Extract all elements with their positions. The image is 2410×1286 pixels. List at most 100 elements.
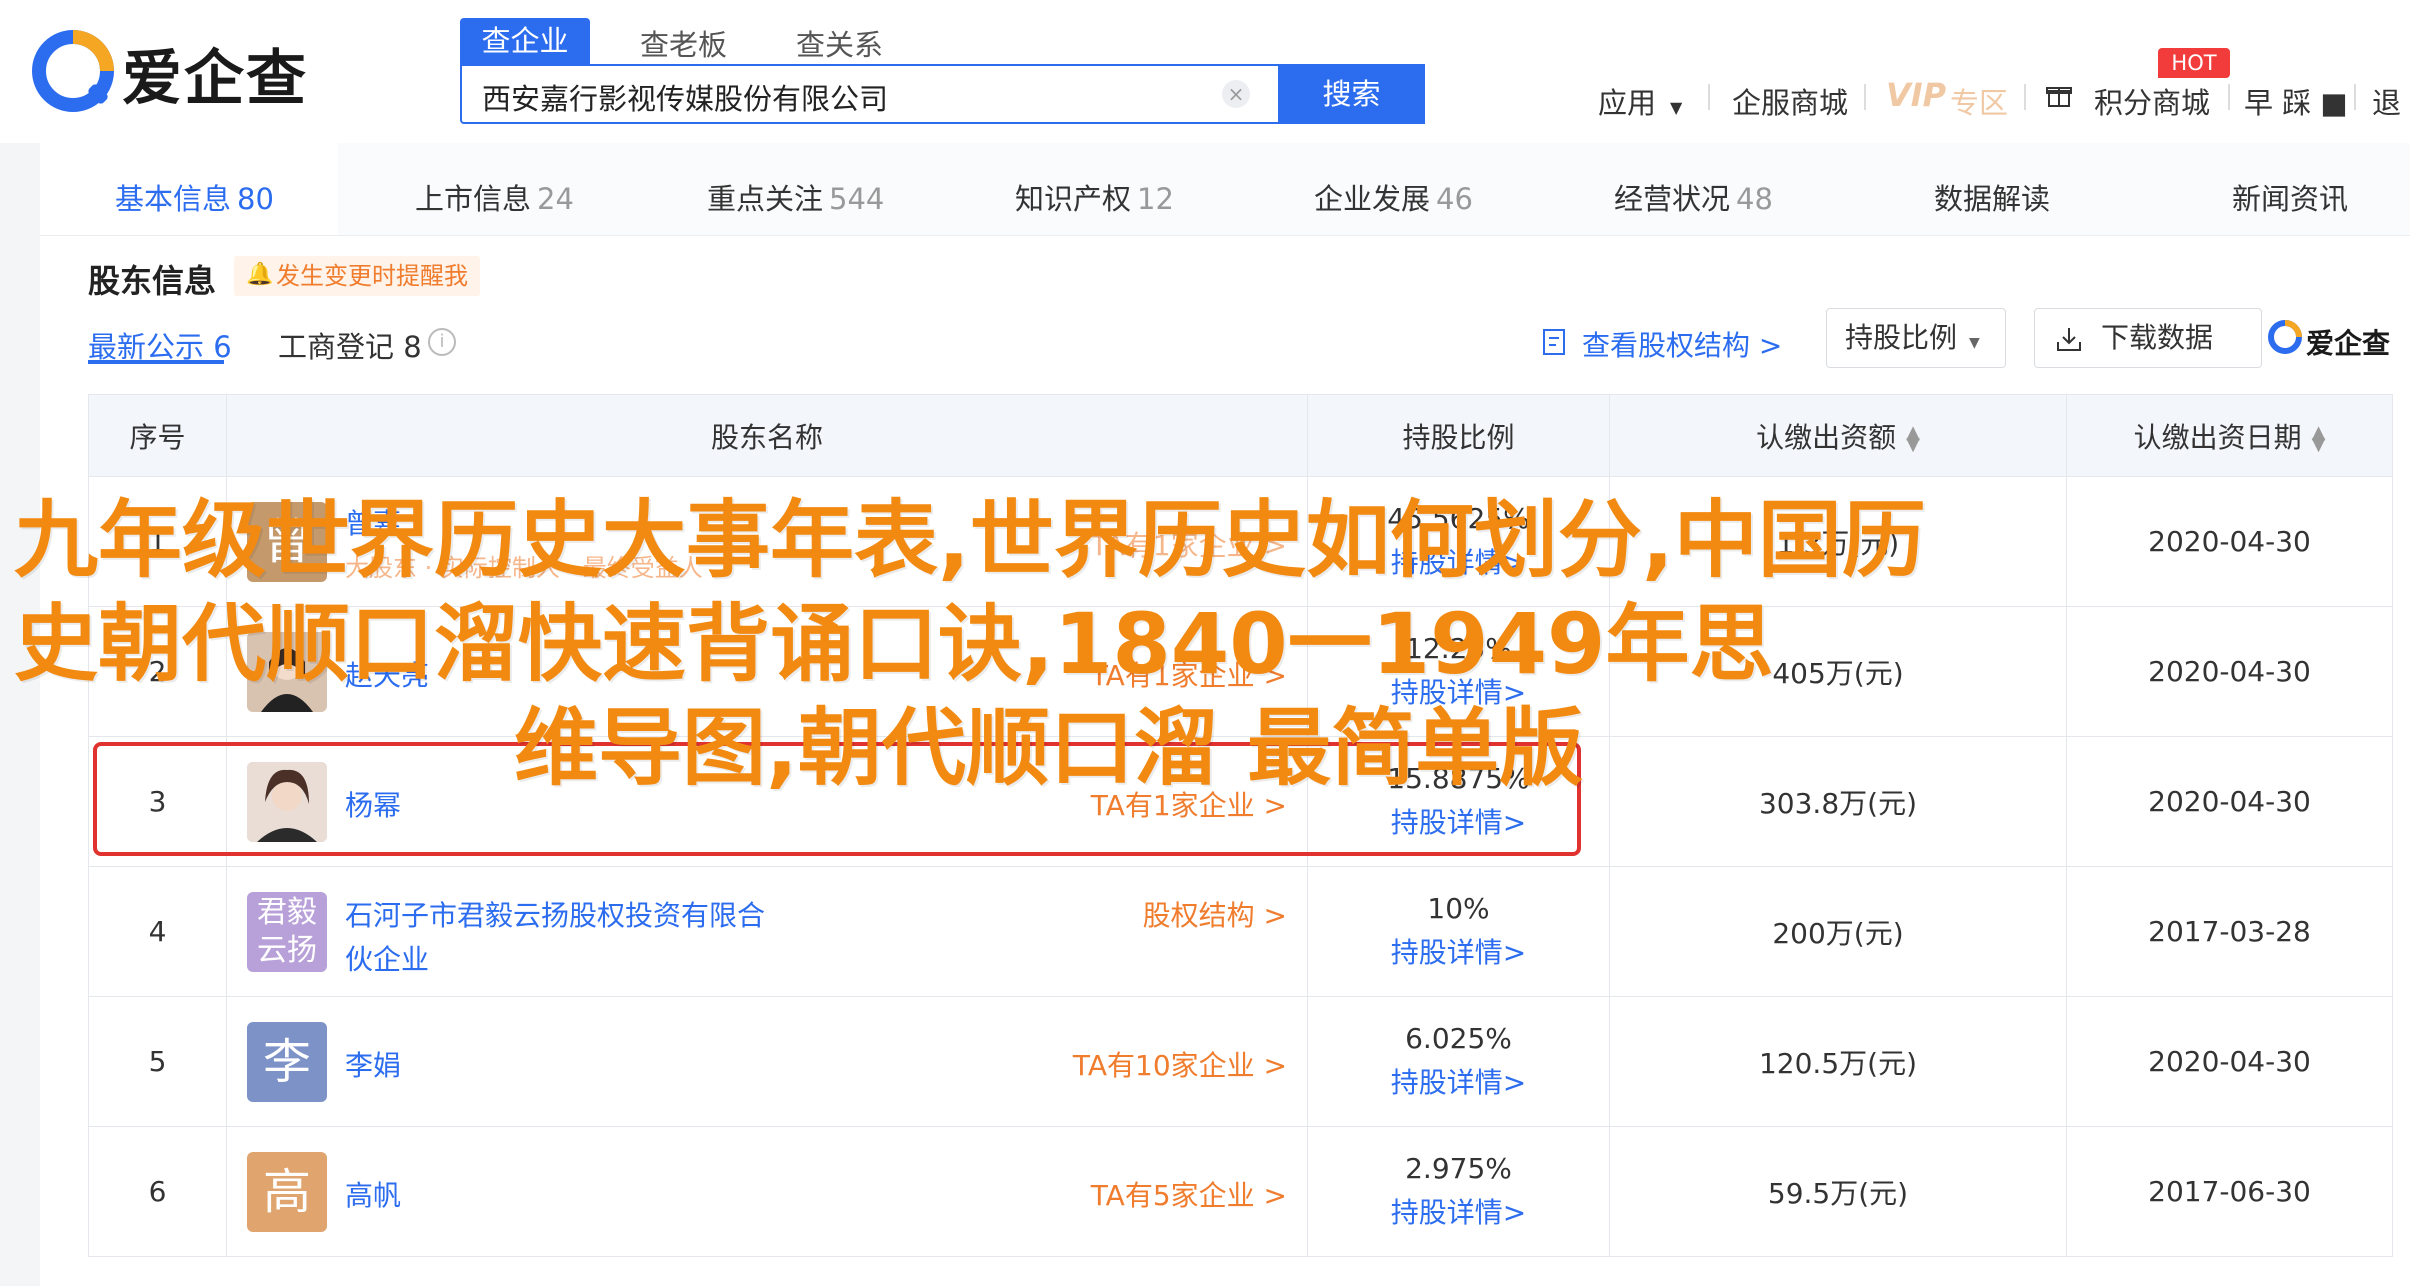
tab-label: 企业发展: [1314, 182, 1431, 216]
tab-label: 经营状况: [1614, 182, 1731, 216]
sort-icon[interactable]: ▲ ▼: [1906, 423, 1920, 453]
holding-detail-link[interactable]: 持股详情>: [1308, 1061, 1609, 1101]
tab-label: 数据解读: [1934, 182, 2051, 216]
holding-detail-link[interactable]: 持股详情>: [1308, 931, 1609, 971]
col-header-date-label: 认缴出资日期: [2133, 420, 2302, 454]
logout-link[interactable]: 退: [2372, 80, 2401, 122]
avatar[interactable]: 高: [247, 1151, 327, 1232]
structure-icon: [1543, 329, 1565, 355]
tab-listing-info[interactable]: 上市信息 24: [415, 176, 574, 218]
row-no: 4: [88, 866, 227, 997]
shareholder-name[interactable]: 高帆: [345, 1174, 401, 1214]
vip-zone-link[interactable]: 专区: [1950, 80, 2008, 122]
tab-count: 544: [829, 182, 885, 216]
table-row: 5 李 李娟 TA有10家企业 > 6.025% 持股详情> 120.5万(元) …: [88, 996, 2393, 1127]
dropdown-label: 持股比例: [1845, 321, 1958, 354]
caret-down-icon: ▼: [1670, 98, 1683, 117]
overlay-line-1: 九年级世界历史大事年表,世界历史如何划分,中国历: [14, 491, 1926, 589]
info-icon[interactable]: i: [428, 328, 456, 356]
col-header-amount[interactable]: 认缴出资额 ▲ ▼: [1609, 394, 2067, 477]
page: 爱企查 查企业 查老板 查关系 西安嘉行影视传媒股份有限公司 × 搜索 应用 ▼ …: [0, 0, 2410, 1286]
aiqicha-logo-icon[interactable]: [28, 26, 118, 116]
tab-news[interactable]: 新闻资讯: [2232, 176, 2348, 218]
shareholder-name-line2: 伙企业: [345, 942, 430, 976]
apps-menu[interactable]: 应用 ▼: [1598, 80, 1682, 122]
equity-structure-link[interactable]: 股权结构 >: [1143, 894, 1287, 934]
points-mall-link[interactable]: 积分商城: [2094, 80, 2210, 122]
avatar[interactable]: 君毅云扬: [247, 891, 327, 972]
tab-label: 上市信息: [415, 182, 532, 216]
tab-company[interactable]: 查企业: [460, 18, 590, 64]
divider: [2228, 84, 2230, 110]
avatar[interactable]: 李: [247, 1021, 327, 1102]
divider: [2024, 84, 2026, 110]
tab-label: 重点关注: [707, 182, 824, 216]
amount-cell: 200万(元): [1609, 866, 2067, 997]
tab-count: 80: [237, 182, 274, 216]
col-header-amount-label: 认缴出资额: [1756, 420, 1897, 454]
sort-icon[interactable]: ▲ ▼: [2312, 423, 2326, 453]
overlay-caption: 九年级世界历史大事年表,世界历史如何划分,中国历 史朝代顺口溜快速背诵口诀,18…: [14, 488, 2394, 800]
section-title: 股东信息: [88, 262, 217, 300]
row-no: 5: [88, 996, 227, 1127]
apps-label: 应用: [1598, 86, 1657, 120]
col-header-date[interactable]: 认缴出资日期 ▲ ▼: [2066, 394, 2393, 477]
row-no: 6: [88, 1126, 227, 1257]
tab-boss[interactable]: 查老板: [640, 22, 727, 64]
tab-basic-info[interactable]: 基本信息 80: [115, 176, 274, 218]
tab-count: 48: [1736, 182, 1773, 216]
pct-value: 6.025%: [1405, 1022, 1512, 1055]
caret-down-icon: ▼: [1969, 335, 1980, 351]
logo-text[interactable]: 爱企查: [122, 30, 308, 117]
subtab-underline: [88, 360, 224, 364]
tab-operation[interactable]: 经营状况 48: [1614, 176, 1773, 218]
shareholder-cell: 李 李娟 TA有10家企业 >: [226, 996, 1308, 1127]
user-menu[interactable]: 早 踩 ■: [2244, 80, 2348, 122]
shareholder-name[interactable]: 石河子市君毅云扬股权投资有限合 伙企业: [345, 894, 815, 982]
shareholder-name[interactable]: 李娟: [345, 1044, 401, 1084]
hot-badge: HOT: [2158, 48, 2230, 78]
sort-dropdown[interactable]: 持股比例 ▼: [1826, 308, 2006, 368]
table-header-row: 序号 股东名称 持股比例 认缴出资额 ▲ ▼ 认缴出资日期 ▲ ▼: [88, 394, 2393, 477]
related-companies-link[interactable]: TA有5家企业 >: [1091, 1174, 1287, 1214]
shareholder-name-line1: 石河子市君毅云扬股权投资有限合: [345, 898, 766, 932]
pct-value: 10%: [1427, 892, 1490, 925]
pct-cell: 6.025% 持股详情>: [1307, 996, 1610, 1127]
tab-development[interactable]: 企业发展 46: [1314, 176, 1473, 218]
amount-cell: 59.5万(元): [1609, 1126, 2067, 1257]
view-equity-structure-link[interactable]: 查看股权结构 >: [1582, 324, 1782, 364]
service-mall-link[interactable]: 企服商城: [1732, 80, 1848, 122]
shareholder-cell: 高 高帆 TA有5家企业 >: [226, 1126, 1308, 1257]
tab-count: 12: [1137, 182, 1174, 216]
subtab-registry[interactable]: 工商登记 8: [278, 324, 422, 366]
related-companies-link[interactable]: TA有10家企业 >: [1073, 1044, 1287, 1084]
amount-cell: 120.5万(元): [1609, 996, 2067, 1127]
table-row: 4 君毅云扬 石河子市君毅云扬股权投资有限合 伙企业 股权结构 > 10% 持股详情…: [88, 866, 2393, 997]
col-header-pct: 持股比例: [1307, 394, 1610, 477]
search-value[interactable]: 西安嘉行影视传媒股份有限公司: [482, 76, 888, 118]
col-header-no: 序号: [88, 394, 227, 477]
pct-value: 2.975%: [1405, 1152, 1512, 1185]
gift-icon: [2046, 87, 2072, 107]
tab-count: 46: [1436, 182, 1473, 216]
divider: [2354, 84, 2356, 110]
date-cell: 2017-06-30: [2066, 1126, 2393, 1257]
clear-icon[interactable]: ×: [1222, 80, 1250, 108]
divider: [1864, 84, 1866, 110]
date-cell: 2017-03-28: [2066, 866, 2393, 997]
tab-key-focus[interactable]: 重点关注 544: [707, 176, 884, 218]
tab-data-analysis[interactable]: 数据解读: [1934, 176, 2050, 218]
vip-logo[interactable]: VIP: [1886, 76, 1946, 114]
tab-ip[interactable]: 知识产权 12: [1015, 176, 1174, 218]
overlay-line-3: 维导图,朝代顺口溜 最简单版: [514, 699, 1584, 797]
shareholder-cell: 君毅云扬 石河子市君毅云扬股权投资有限合 伙企业 股权结构 >: [226, 866, 1308, 997]
tab-relation[interactable]: 查关系: [796, 22, 883, 64]
bell-icon: 🔔: [246, 262, 274, 287]
holding-detail-link[interactable]: 持股详情>: [1308, 1191, 1609, 1231]
nav-border: [40, 235, 2410, 236]
pct-cell: 2.975% 持股详情>: [1307, 1126, 1610, 1257]
tab-label: 知识产权: [1015, 182, 1132, 216]
download-icon: [2057, 328, 2081, 351]
pct-cell: 10% 持股详情>: [1307, 866, 1610, 997]
search-button[interactable]: 搜索: [1278, 64, 1425, 124]
